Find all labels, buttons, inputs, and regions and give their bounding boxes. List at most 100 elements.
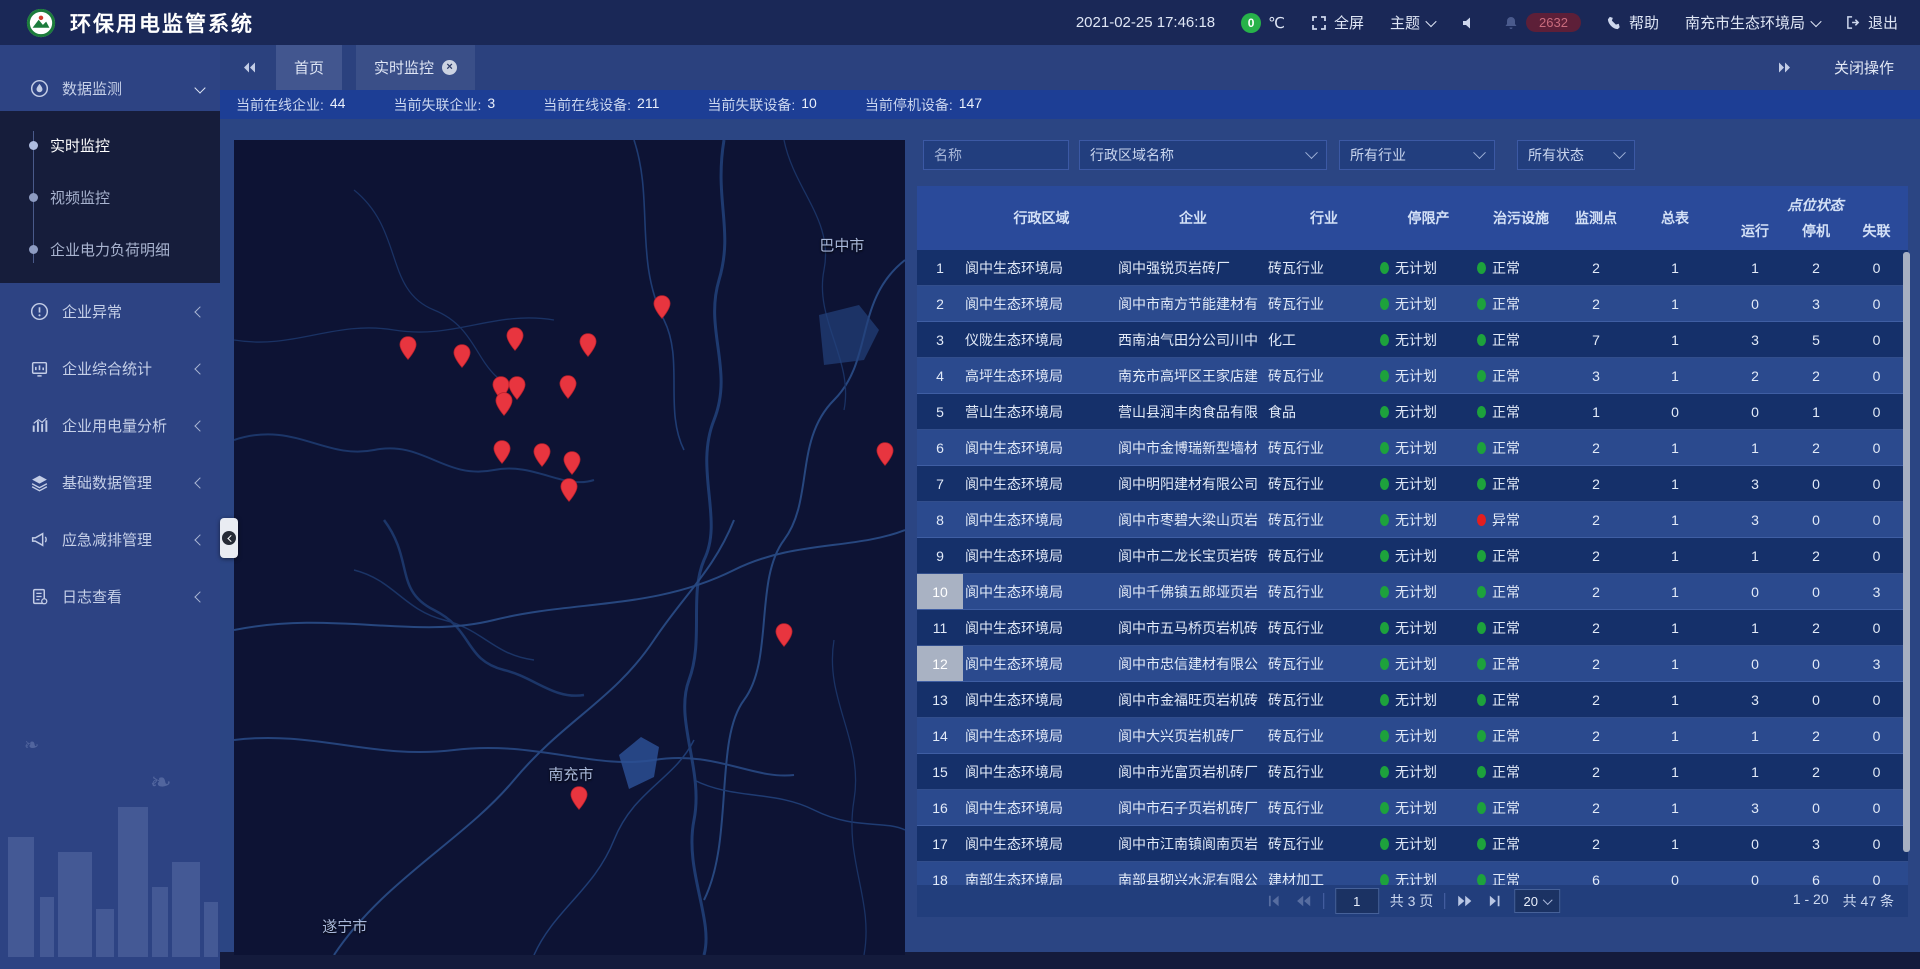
- map-pin[interactable]: [559, 374, 578, 399]
- right-panel: 行政区域名称 所有行业 所有状态 行政区域 企业 行业 停限产 治污设施 监测点…: [917, 140, 1908, 920]
- sidebar-subitem-power-load-detail[interactable]: 企业电力负荷明细: [0, 223, 220, 275]
- table-row[interactable]: 3 仪陇生态环境局 西南油气田分公司川中 化工 无计划 正常 7 1 3 5 0: [917, 322, 1908, 358]
- tabs-scroll-left-button[interactable]: [234, 54, 264, 82]
- map-pin[interactable]: [559, 478, 578, 503]
- fullscreen-button[interactable]: 全屏: [1311, 12, 1364, 33]
- page-size-select[interactable]: 20: [1514, 889, 1560, 913]
- limit-status-label: 无计划: [1395, 690, 1437, 710]
- limit-status-cell: 无计划: [1380, 286, 1477, 321]
- next-page-button[interactable]: [1456, 892, 1474, 910]
- sidebar-item-label: 企业异常: [62, 301, 183, 322]
- table-row[interactable]: 5 营山生态环境局 营山县润丰肉食品有限 食品 无计划 正常 1 0 0 1 0: [917, 394, 1908, 430]
- sidebar-item-data-monitor[interactable]: 数据监测: [0, 65, 220, 111]
- map-pin[interactable]: [653, 294, 672, 319]
- table-row[interactable]: 11 阆中生态环境局 阆中市五马桥页岩机砖 砖瓦行业 无计划 正常 2 1 1 …: [917, 610, 1908, 646]
- tab-close-icon[interactable]: ×: [442, 60, 457, 75]
- map-pin[interactable]: [875, 442, 894, 467]
- map-pin[interactable]: [506, 326, 525, 351]
- table-row[interactable]: 4 高坪生态环境局 南充市高坪区王家店建 砖瓦行业 无计划 正常 3 1 2 2…: [917, 358, 1908, 394]
- sidebar-subitem-realtime-monitor[interactable]: 实时监控: [0, 119, 220, 171]
- stat-item: 当前失联设备: 10: [707, 95, 816, 115]
- table-row[interactable]: 18 南部生态环境局 南部县砌兴水泥有限公 建材加工 无计划 正常 6 0 0 …: [917, 862, 1908, 885]
- run-count-cell: 1: [1723, 430, 1787, 465]
- row-number-cell: 16: [917, 790, 963, 825]
- meters-cell: 1: [1627, 502, 1723, 537]
- region-select[interactable]: 行政区域名称: [1079, 140, 1327, 170]
- table-row[interactable]: 8 阆中生态环境局 阆中市枣碧大梁山页岩 砖瓦行业 无计划 异常 2 1 3 0…: [917, 502, 1908, 538]
- table-row[interactable]: 13 阆中生态环境局 阆中市金福旺页岩机砖 砖瓦行业 无计划 正常 2 1 3 …: [917, 682, 1908, 718]
- table-row[interactable]: 6 阆中生态环境局 阆中市金博瑞新型墙材 砖瓦行业 无计划 正常 2 1 1 2…: [917, 430, 1908, 466]
- mute-button[interactable]: [1461, 15, 1477, 31]
- map-pin[interactable]: [398, 335, 417, 360]
- lost-count-cell: 0: [1845, 610, 1908, 645]
- facility-status-cell: 正常: [1477, 682, 1565, 717]
- name-search-input[interactable]: [923, 140, 1069, 170]
- page-number-input[interactable]: [1335, 888, 1379, 914]
- table-row[interactable]: 7 阆中生态环境局 阆中明阳建材有限公司 砖瓦行业 无计划 正常 2 1 3 0…: [917, 466, 1908, 502]
- meters-cell: 0: [1627, 862, 1723, 885]
- table-row[interactable]: 12 阆中生态环境局 阆中市忠信建材有限公 砖瓦行业 无计划 正常 2 1 0 …: [917, 646, 1908, 682]
- table-row[interactable]: 10 阆中生态环境局 阆中千佛镇五郎垭页岩 砖瓦行业 无计划 正常 2 1 0 …: [917, 574, 1908, 610]
- sidebar-item-enterprise-statistics[interactable]: 企业综合统计: [0, 340, 220, 397]
- map-panel[interactable]: 巴中市南充市遂宁市: [234, 140, 905, 955]
- org-menu[interactable]: 南充市生态环境局: [1685, 12, 1820, 33]
- run-count-cell: 3: [1723, 502, 1787, 537]
- industry-select[interactable]: 所有行业: [1339, 140, 1495, 170]
- sidebar-item-log-view[interactable]: 日志查看: [0, 568, 220, 625]
- previous-page-button[interactable]: [1294, 892, 1312, 910]
- bullet-dot-icon: [29, 245, 38, 254]
- company-cell: 阆中大兴页岩机砖厂: [1118, 718, 1268, 753]
- last-page-button[interactable]: [1485, 892, 1503, 910]
- region-cell: 阆中生态环境局: [963, 574, 1118, 609]
- map-pin[interactable]: [579, 333, 598, 358]
- notifications[interactable]: 2632: [1503, 13, 1581, 32]
- table-row[interactable]: 14 阆中生态环境局 阆中大兴页岩机砖厂 砖瓦行业 无计划 正常 2 1 1 2…: [917, 718, 1908, 754]
- lost-count-cell: 0: [1845, 466, 1908, 501]
- bullet-dot-icon: [29, 141, 38, 150]
- sidebar-item-emergency-reduction[interactable]: 应急减排管理: [0, 511, 220, 568]
- chevron-down-icon: [1425, 15, 1436, 26]
- logout-button[interactable]: 退出: [1846, 12, 1898, 33]
- meters-cell: 1: [1627, 358, 1723, 393]
- sidebar-item-power-analysis[interactable]: 企业用电量分析: [0, 397, 220, 454]
- map-pin[interactable]: [453, 343, 472, 368]
- map-pin[interactable]: [492, 439, 511, 464]
- sidebar-collapse-handle[interactable]: [220, 518, 238, 558]
- industry-cell: 砖瓦行业: [1268, 826, 1380, 861]
- table-scrollbar[interactable]: [1903, 252, 1910, 852]
- run-count-cell: 1: [1723, 538, 1787, 573]
- map-pin-icon: [492, 439, 511, 464]
- status-select[interactable]: 所有状态: [1517, 140, 1635, 170]
- theme-menu[interactable]: 主题: [1390, 12, 1435, 33]
- table-row[interactable]: 15 阆中生态环境局 阆中市光富页岩机砖厂 砖瓦行业 无计划 正常 2 1 1 …: [917, 754, 1908, 790]
- facility-status-cell: 正常: [1477, 646, 1565, 681]
- map-pin[interactable]: [563, 451, 582, 476]
- map-pin[interactable]: [494, 391, 513, 416]
- tab-home[interactable]: 首页: [276, 45, 342, 90]
- table-row[interactable]: 17 阆中生态环境局 阆中市江南镇阆南页岩 砖瓦行业 无计划 正常 2 1 0 …: [917, 826, 1908, 862]
- status-dot-icon: [1477, 694, 1486, 706]
- limit-status-label: 无计划: [1395, 870, 1437, 886]
- row-number-cell: 4: [917, 358, 963, 393]
- status-dot-icon: [1380, 874, 1389, 886]
- table-row[interactable]: 9 阆中生态环境局 阆中市二龙长宝页岩砖 砖瓦行业 无计划 正常 2 1 1 2…: [917, 538, 1908, 574]
- help-button[interactable]: 帮助: [1607, 12, 1659, 33]
- first-page-button[interactable]: [1265, 892, 1283, 910]
- sidebar-item-enterprise-abnormal[interactable]: 企业异常: [0, 283, 220, 340]
- table-row[interactable]: 16 阆中生态环境局 阆中市石子页岩机砖厂 砖瓦行业 无计划 正常 2 1 3 …: [917, 790, 1908, 826]
- sidebar-subitem-video-monitor[interactable]: 视频监控: [0, 171, 220, 223]
- tabs-scroll-right-button[interactable]: [1770, 54, 1800, 82]
- sidebar-item-label: 企业综合统计: [62, 358, 183, 379]
- row-number-cell: 15: [917, 754, 963, 789]
- map-pin[interactable]: [532, 443, 551, 468]
- map-pin-icon: [563, 451, 582, 476]
- map-pin[interactable]: [775, 623, 794, 648]
- meters-cell: 1: [1627, 610, 1723, 645]
- tab-realtime-monitor[interactable]: 实时监控 ×: [356, 45, 475, 90]
- table-row[interactable]: 1 阆中生态环境局 阆中强锐页岩砖厂 砖瓦行业 无计划 正常 2 1 1 2 0: [917, 250, 1908, 286]
- table-row[interactable]: 2 阆中生态环境局 阆中市南方节能建材有 砖瓦行业 无计划 正常 2 1 0 3…: [917, 286, 1908, 322]
- map-pin[interactable]: [569, 786, 588, 811]
- sidebar-item-base-data[interactable]: 基础数据管理: [0, 454, 220, 511]
- limit-status-cell: 无计划: [1380, 754, 1477, 789]
- close-operations-button[interactable]: 关闭操作: [1834, 57, 1894, 78]
